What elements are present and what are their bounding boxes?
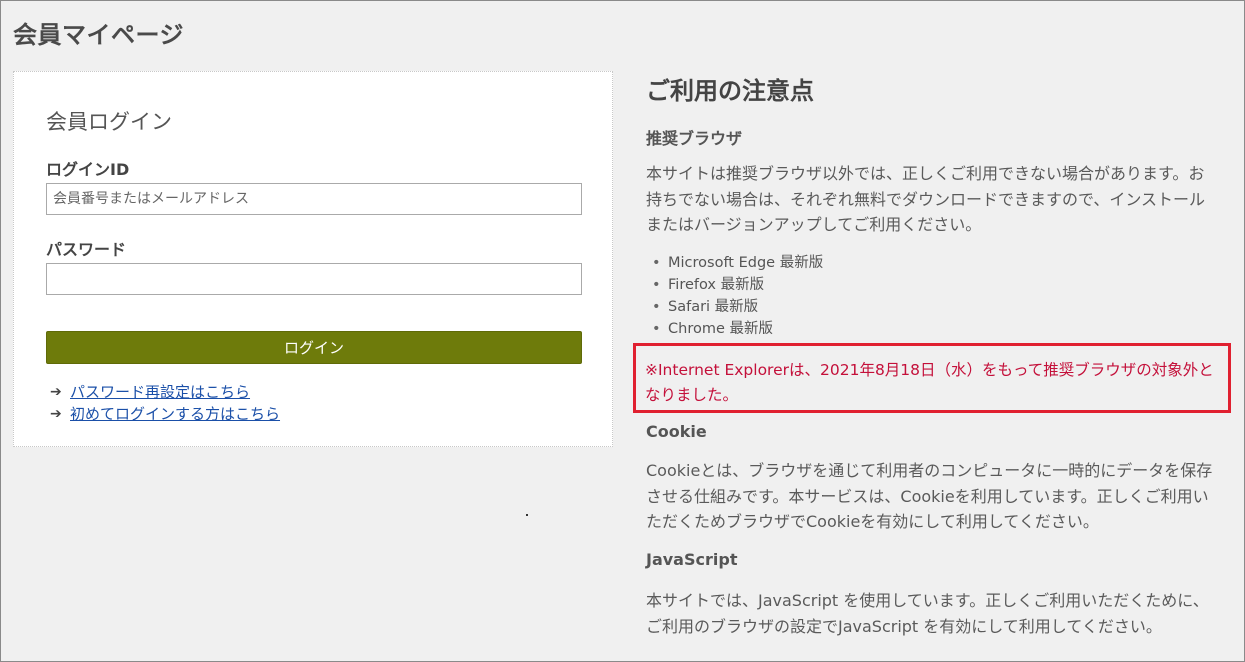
list-item: Microsoft Edge 最新版 bbox=[652, 252, 823, 274]
password-reset-link[interactable]: パスワード再設定はこちら bbox=[70, 381, 250, 402]
password-label: パスワード bbox=[46, 240, 127, 259]
notes-heading: ご利用の注意点 bbox=[646, 77, 814, 105]
javascript-heading: JavaScript bbox=[646, 550, 738, 569]
password-reset-link-row: ➔ パスワード再設定はこちら bbox=[50, 381, 250, 402]
login-id-label: ログインID bbox=[46, 160, 130, 179]
ie-notice-text: ※Internet Explorerは、2021年8月18日（水）をもって推奨ブ… bbox=[645, 361, 1214, 404]
login-heading: 会員ログイン bbox=[46, 110, 172, 134]
login-button[interactable]: ログイン bbox=[46, 331, 582, 364]
arrow-right-icon: ➔ bbox=[50, 405, 62, 422]
stray-dot bbox=[526, 514, 528, 516]
recommended-browser-heading: 推奨ブラウザ bbox=[646, 129, 743, 148]
cookie-text: Cookieとは、ブラウザを通じて利用者のコンピュータに一時的にデータを保存させ… bbox=[646, 461, 1213, 531]
login-id-input[interactable] bbox=[46, 183, 582, 215]
page-title: 会員マイページ bbox=[13, 21, 185, 49]
password-input[interactable] bbox=[46, 263, 582, 295]
list-item: Safari 最新版 bbox=[652, 296, 823, 318]
list-item: Firefox 最新版 bbox=[652, 274, 823, 296]
javascript-text: 本サイトでは、JavaScript を使用しています。正しくご利用いただくために… bbox=[646, 591, 1209, 636]
ie-notice-box: ※Internet Explorerは、2021年8月18日（水）をもって推奨ブ… bbox=[633, 343, 1231, 413]
arrow-right-icon: ➔ bbox=[50, 383, 62, 400]
first-login-link[interactable]: 初めてログインする方はこちら bbox=[70, 403, 280, 424]
first-login-link-row: ➔ 初めてログインする方はこちら bbox=[50, 403, 280, 424]
cookie-heading: Cookie bbox=[646, 422, 707, 441]
recommended-browser-text: 本サイトは推奨ブラウザ以外では、正しくご利用できない場合があります。お持ちでない… bbox=[646, 164, 1206, 234]
page-frame: 会員マイページ 会員ログイン ログインID パスワード ログイン ➔ パスワード… bbox=[0, 0, 1245, 662]
browser-list: Microsoft Edge 最新版 Firefox 最新版 Safari 最新… bbox=[652, 252, 823, 340]
list-item: Chrome 最新版 bbox=[652, 318, 823, 340]
login-card: 会員ログイン ログインID パスワード ログイン ➔ パスワード再設定はこちら … bbox=[13, 71, 613, 447]
